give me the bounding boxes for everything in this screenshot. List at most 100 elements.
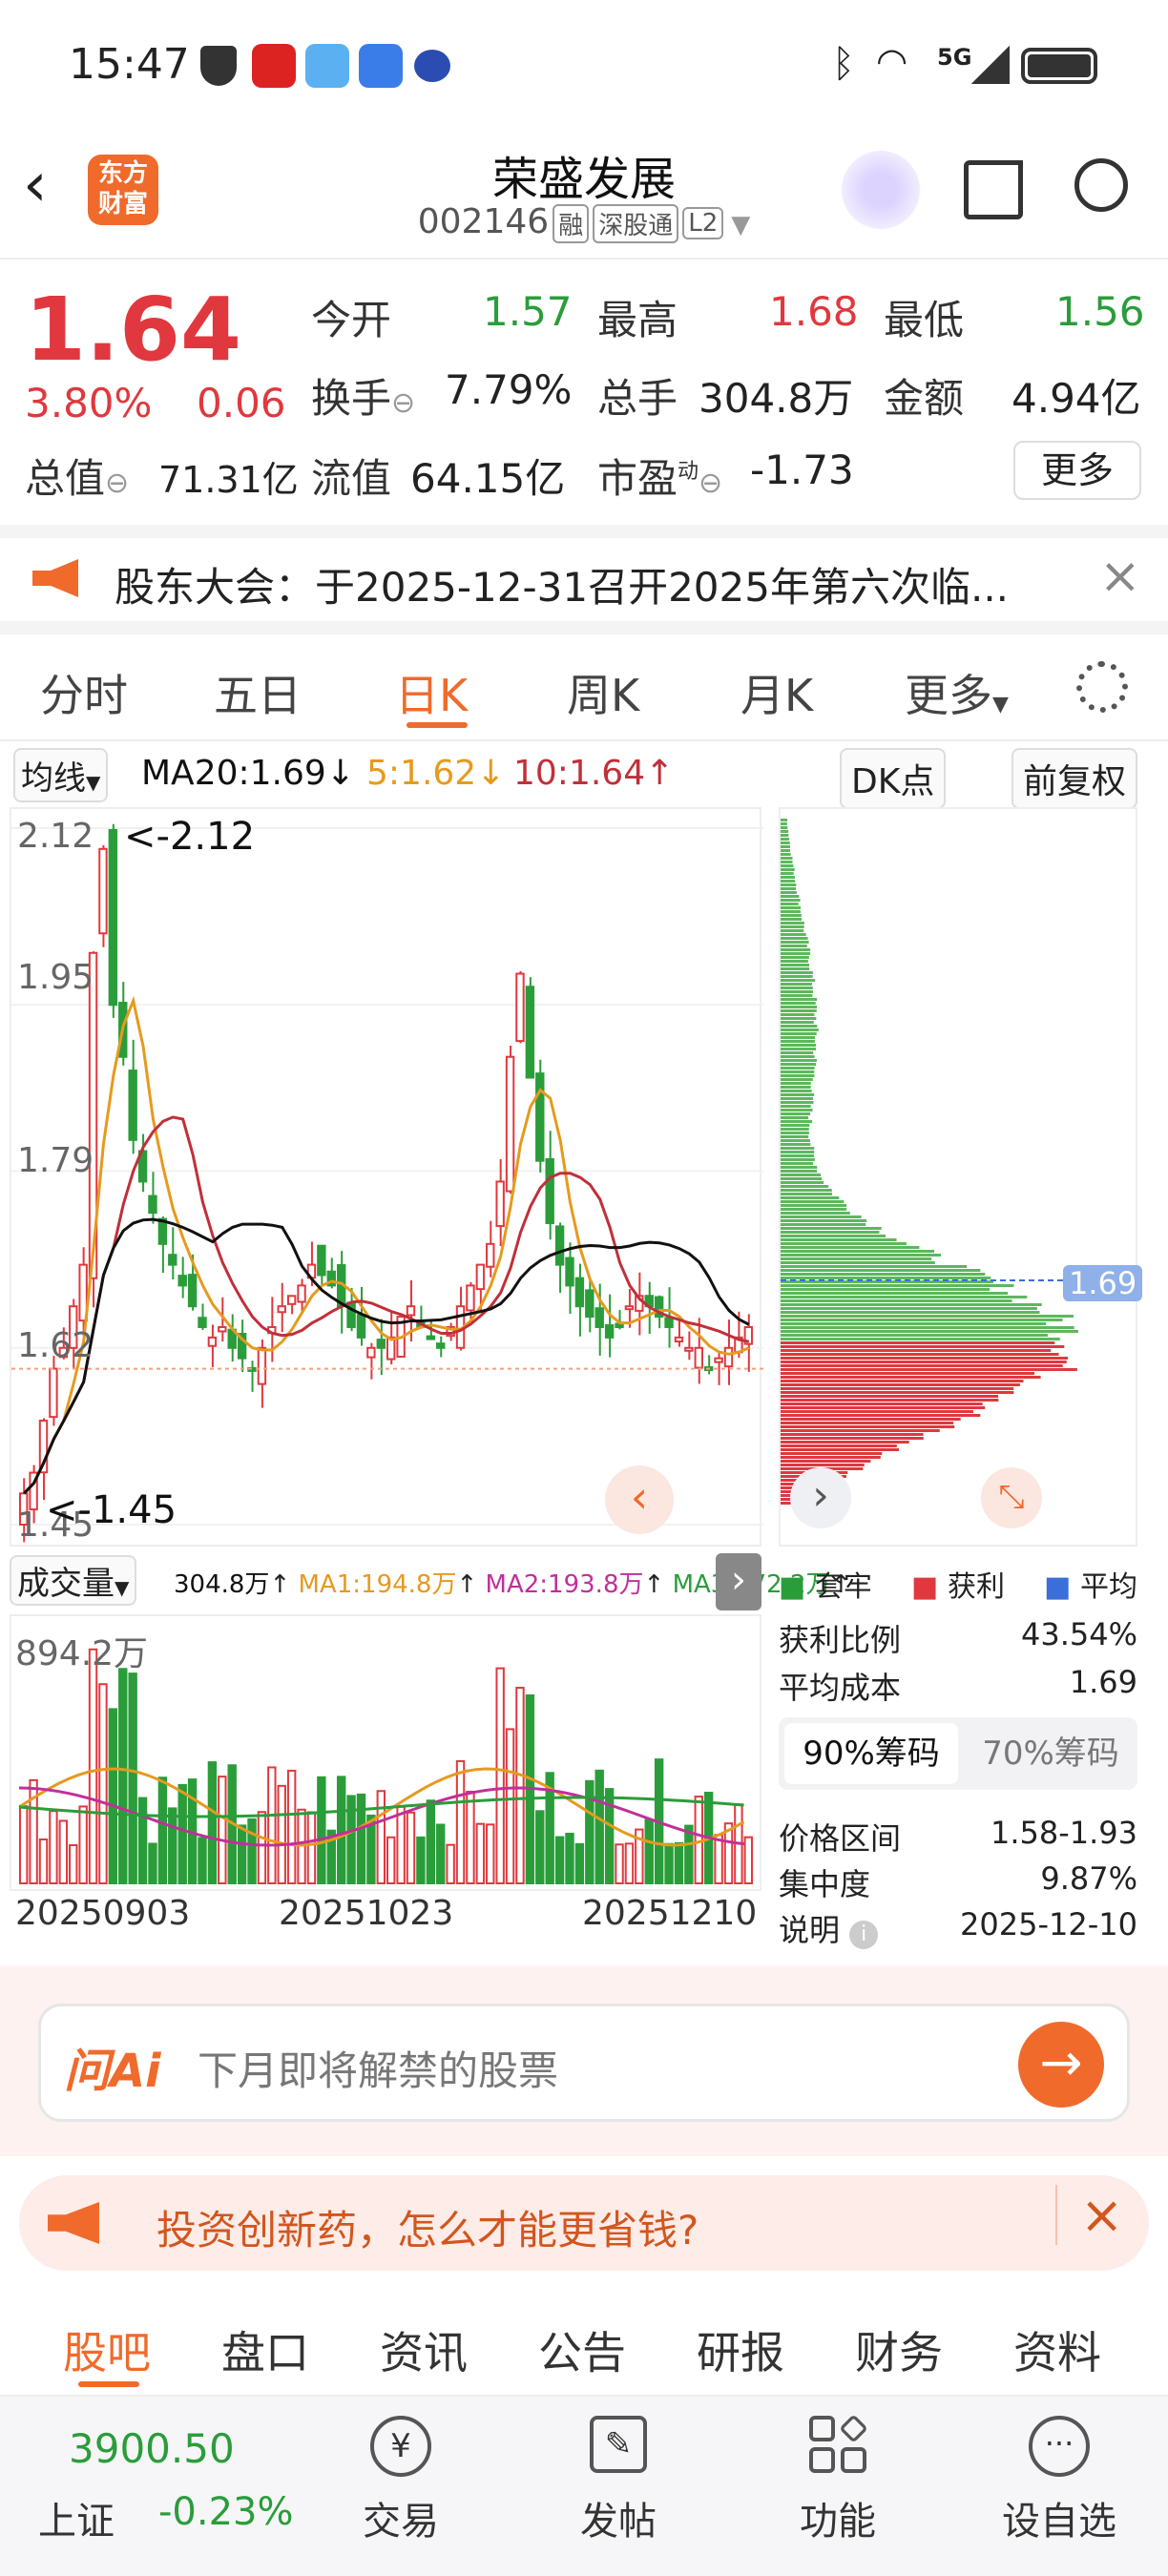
chip-bar bbox=[781, 1437, 924, 1440]
nav-trade[interactable]: ¥ 交易 bbox=[344, 2416, 458, 2545]
volume-bar bbox=[286, 1769, 297, 1884]
tab-profile[interactable]: 资料 bbox=[1013, 2318, 1101, 2381]
chip-bar bbox=[781, 1078, 813, 1081]
y-tick-1: 2.12 bbox=[17, 817, 94, 856]
header: ‹ 东方 财富 荣盛发展 002146 融深股通 L2 ▼ bbox=[0, 134, 1168, 258]
nav-functions[interactable]: 功能 bbox=[781, 2414, 895, 2545]
tab-five-day[interactable]: 五日 bbox=[214, 661, 302, 724]
signal-icon bbox=[971, 46, 1010, 84]
arrow-right-icon[interactable]: → bbox=[1018, 2022, 1104, 2108]
ad-close-icon[interactable]: × bbox=[1055, 2185, 1123, 2245]
tab-research[interactable]: 研报 bbox=[697, 2318, 784, 2381]
chip-bar bbox=[781, 1326, 1074, 1329]
chip-bar bbox=[781, 1319, 1063, 1321]
volume-bar bbox=[376, 1790, 386, 1885]
chip-bar bbox=[781, 1109, 813, 1111]
share-icon[interactable] bbox=[964, 160, 1023, 219]
volume-bar bbox=[515, 1686, 525, 1884]
index-value[interactable]: 3900.50 bbox=[69, 2425, 235, 2472]
more-button[interactable]: 更多 bbox=[1013, 441, 1141, 500]
trade-icon: ¥ bbox=[370, 2416, 431, 2477]
notice-banner[interactable]: 股东大会：于2025-12-31召开2025年第六次临... × bbox=[0, 525, 1168, 634]
tab-orderbook[interactable]: 盘口 bbox=[221, 2318, 309, 2381]
robot-assistant-icon[interactable] bbox=[842, 151, 920, 229]
scroll-left-icon[interactable]: ‹ bbox=[605, 1465, 674, 1534]
candle-body bbox=[585, 1289, 594, 1319]
chip-info-panel: ■ 套牢 ■ 获利 ■ 平均 获利比例 43.54% 平均成本 1.69 90%筹码… bbox=[779, 1555, 1137, 1956]
tab-70-chip[interactable]: 70%筹码 bbox=[964, 1717, 1137, 1790]
chip-bar bbox=[781, 864, 794, 867]
volume-bar bbox=[148, 1842, 157, 1884]
candle-body bbox=[297, 1284, 306, 1303]
high-marker-label: <-2.12 bbox=[124, 815, 256, 859]
chip-bar bbox=[781, 1215, 862, 1218]
tab-intraday[interactable]: 分时 bbox=[40, 661, 128, 724]
adjust-button[interactable]: 前复权 bbox=[1012, 748, 1138, 809]
chip-bar bbox=[781, 1361, 1067, 1363]
volume-bar bbox=[237, 1824, 247, 1884]
candle-body bbox=[187, 1274, 198, 1308]
candle-body bbox=[664, 1317, 674, 1328]
search-icon[interactable] bbox=[1074, 158, 1128, 212]
ad-banner[interactable]: 投资创新药，怎么才能更省钱? × bbox=[19, 2175, 1149, 2271]
volume-next-icon[interactable]: › bbox=[716, 1553, 761, 1610]
chip-bar bbox=[781, 1257, 932, 1260]
chip-bar bbox=[781, 1025, 818, 1028]
volume-bar bbox=[436, 1823, 446, 1884]
app-icon-1 bbox=[252, 44, 296, 88]
chip-bar bbox=[781, 1364, 1063, 1367]
low-value: 1.56 bbox=[1055, 288, 1145, 335]
ad-text: 投资创新药，怎么才能更省钱? bbox=[156, 2207, 699, 2254]
note-row[interactable]: 说明 i 2025-12-10 bbox=[779, 1906, 1137, 1950]
candle-body bbox=[168, 1254, 177, 1266]
dk-point-button[interactable]: DK点 bbox=[840, 748, 947, 809]
volume-select[interactable]: 成交量▼ bbox=[10, 1555, 137, 1606]
more-dots-icon: ··· bbox=[1029, 2416, 1090, 2477]
tab-forum[interactable]: 股吧 bbox=[63, 2318, 151, 2381]
chip-bar bbox=[781, 841, 790, 844]
chip-bar bbox=[781, 1376, 1041, 1379]
chip-bar bbox=[781, 1288, 991, 1291]
tab-daily-k[interactable]: 日K bbox=[395, 661, 468, 724]
settings-gear-icon[interactable] bbox=[1076, 661, 1128, 713]
tab-monthly-k[interactable]: 月K bbox=[740, 661, 813, 724]
chip-bar bbox=[781, 1101, 814, 1104]
tab-finance[interactable]: 财务 bbox=[855, 2318, 943, 2381]
chip-bar bbox=[781, 1177, 823, 1180]
edit-icon: ✎ bbox=[590, 2416, 647, 2473]
chip-bar bbox=[781, 925, 804, 928]
volume-bar bbox=[426, 1799, 436, 1884]
volume-chart[interactable]: 894.2万 bbox=[10, 1614, 761, 1891]
tab-news[interactable]: 资讯 bbox=[380, 2318, 468, 2381]
bottom-nav: 3900.50 上证 -0.23% ¥ 交易 ✎ 发帖 功能 ··· 设自选 bbox=[0, 2395, 1168, 2576]
tab-announcements[interactable]: 公告 bbox=[538, 2318, 626, 2381]
chip-bar bbox=[781, 868, 795, 871]
nav-post[interactable]: ✎ 发帖 bbox=[561, 2416, 676, 2545]
kline-chart[interactable]: 2.12 1.95 1.79 1.62 1.45 <-2.12 <-1.45 ‹ bbox=[10, 807, 763, 1547]
chip-tabs: 90%筹码 70%筹码 bbox=[779, 1717, 1137, 1790]
candle-body bbox=[466, 1284, 475, 1312]
quote-panel: 1.64 3.80% 0.06 总值⊖ 71.31亿 今开 1.57 最高 1.… bbox=[0, 258, 1168, 525]
chip-bar bbox=[781, 853, 791, 856]
volume-bar bbox=[574, 1842, 585, 1885]
tab-more[interactable]: 更多▼ bbox=[905, 661, 1009, 724]
chip-bar bbox=[781, 1051, 814, 1054]
close-icon[interactable]: × bbox=[1099, 548, 1141, 605]
chip-distribution[interactable]: 1.69 › ⤡ bbox=[779, 807, 1143, 1547]
tab-90-chip[interactable]: 90%筹码 bbox=[784, 1723, 958, 1784]
chip-bar bbox=[781, 1055, 815, 1058]
volume-bar bbox=[624, 1842, 635, 1885]
chip-next-icon[interactable]: › bbox=[790, 1467, 851, 1528]
nav-add-watchlist[interactable]: ··· 设自选 bbox=[992, 2416, 1126, 2545]
indicator-select[interactable]: 均线▼ bbox=[13, 748, 109, 802]
ma5-value: 5:1.62↓ bbox=[366, 754, 506, 793]
chip-bar bbox=[781, 1185, 829, 1188]
chip-bar bbox=[781, 1414, 981, 1417]
expand-icon[interactable]: ⤡ bbox=[981, 1467, 1042, 1528]
candle-body bbox=[218, 1325, 227, 1333]
chip-bar bbox=[781, 1143, 811, 1146]
tab-weekly-k[interactable]: 周K bbox=[567, 661, 639, 724]
float-value: 64.15亿 bbox=[410, 455, 566, 502]
ask-ai-input[interactable]: 问Ai 下月即将解禁的股票 → bbox=[38, 2004, 1130, 2122]
chip-bar bbox=[781, 1246, 920, 1249]
